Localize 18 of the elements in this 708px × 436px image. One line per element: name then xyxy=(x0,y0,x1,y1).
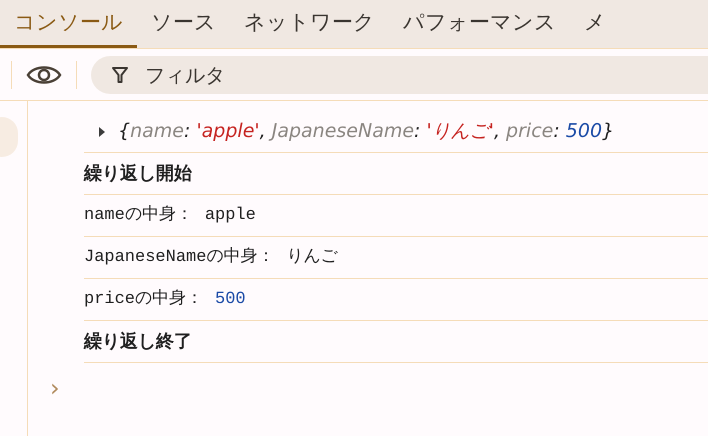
prompt-chevron: › xyxy=(50,373,60,404)
tab[interactable]: コンソール xyxy=(0,0,137,48)
tab[interactable]: メ xyxy=(570,0,620,48)
expand-triangle-icon[interactable] xyxy=(98,126,106,136)
object-preview: {name: 'apple', JapaneseName: 'りんご', price: 500} xyxy=(118,119,614,144)
filter-field[interactable]: フィルタ xyxy=(91,56,708,94)
log-label: JapaneseNameの中身： xyxy=(84,246,274,269)
tab[interactable]: ソース xyxy=(137,0,230,48)
log-value: りんご xyxy=(286,246,338,269)
log-value: 500 xyxy=(215,288,246,311)
tab[interactable]: ネットワーク xyxy=(230,0,389,48)
log-message: 繰り返し開始 xyxy=(84,162,192,186)
tab[interactable]: パフォーマンス xyxy=(389,0,570,48)
log-message: 繰り返し終了 xyxy=(84,330,192,354)
log-value: apple xyxy=(204,204,256,227)
log-label: nameの中身： xyxy=(84,204,193,227)
log-label: priceの中身： xyxy=(84,288,204,311)
filter-icon xyxy=(111,66,129,84)
